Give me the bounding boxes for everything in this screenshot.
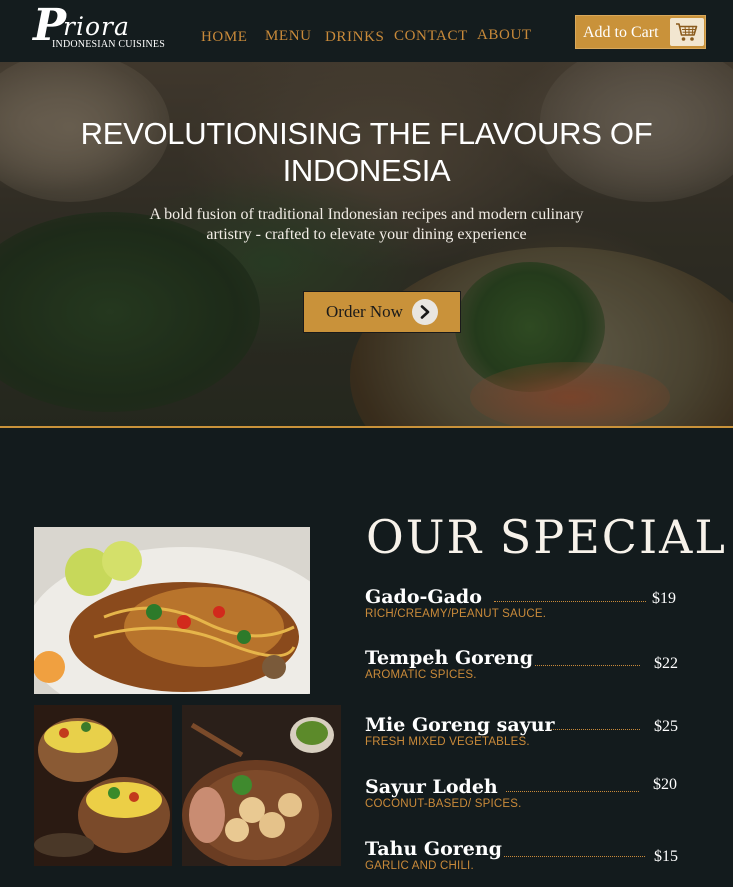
menu-item-price: $25	[654, 718, 678, 735]
nav-item-contact[interactable]: CONTACT	[394, 28, 468, 45]
noodle-dish-image	[34, 527, 310, 694]
tofu-platter-image	[182, 705, 341, 866]
menu-item-leader	[506, 790, 639, 792]
add-to-cart-button[interactable]: Add to Cart	[575, 15, 706, 49]
site-header: P riora INDONESIAN CUISINES HOME MENU DR…	[0, 0, 733, 62]
nav-item-menu[interactable]: MENU	[265, 28, 312, 45]
logo-word: riora	[63, 12, 130, 41]
hero-subtitle: A bold fusion of traditional Indonesian …	[149, 206, 584, 243]
nav-item-home[interactable]: HOME	[201, 29, 248, 46]
logo-subtitle: INDONESIAN CUISINES	[52, 39, 165, 50]
order-now-button[interactable]: Order Now	[303, 291, 461, 333]
menu-item[interactable]: Sayur Lodeh COCONUT-BASED/ SPICES. $20	[365, 776, 695, 826]
menu-item[interactable]: Tahu Goreng GARLIC AND CHILI. $15	[365, 838, 695, 887]
order-now-label: Order Now	[326, 302, 403, 321]
menu-item-description: GARLIC AND CHILI.	[365, 860, 474, 872]
menu-item-price: $22	[654, 655, 678, 672]
nav-item-about[interactable]: ABOUT	[477, 27, 532, 44]
menu-item-price: $20	[653, 776, 677, 793]
menu-item-leader	[494, 600, 646, 602]
menu-item-leader	[535, 664, 640, 666]
menu-item[interactable]: Mie Goreng sayur FRESH MIXED VEGETABLES.…	[365, 714, 695, 764]
add-to-cart-label: Add to Cart	[583, 24, 659, 41]
menu-item-name: Tahu Goreng	[365, 838, 502, 860]
menu-item-description: RICH/CREAMY/PEANUT SAUCE.	[365, 608, 547, 620]
brand-logo[interactable]: P riora INDONESIAN CUISINES	[33, 0, 173, 56]
specials-title: OUR SPECIAL	[366, 510, 727, 564]
menu-item-name: Gado-Gado	[365, 586, 482, 608]
menu-item-name: Tempeh Goreng	[365, 647, 534, 669]
nav-item-drinks[interactable]: DRINKS	[325, 29, 384, 46]
menu-item-description: COCONUT-BASED/ SPICES.	[365, 798, 522, 810]
menu-item-name: Sayur Lodeh	[365, 776, 498, 798]
menu-item-name: Mie Goreng sayur	[365, 714, 555, 736]
chevron-right-icon	[412, 299, 438, 325]
menu-item-leader	[551, 728, 640, 730]
menu-item-description: AROMATIC SPICES.	[365, 669, 477, 681]
shopping-cart-icon	[670, 18, 704, 46]
coconut-curry-image	[34, 705, 172, 866]
hero-title: REVOLUTIONISING THE FLAVOURS OF INDONESI…	[80, 116, 653, 188]
hero-divider	[0, 426, 733, 428]
hero-banner: REVOLUTIONISING THE FLAVOURS OF INDONESI…	[0, 62, 733, 428]
menu-item[interactable]: Gado-Gado RICH/CREAMY/PEANUT SAUCE. $19	[365, 586, 695, 636]
menu-item-price: $19	[652, 590, 676, 607]
menu-item-price: $15	[654, 848, 678, 865]
menu-item-description: FRESH MIXED VEGETABLES.	[365, 736, 530, 748]
menu-item[interactable]: Tempeh Goreng AROMATIC SPICES. $22	[365, 647, 695, 697]
menu-item-leader	[504, 855, 645, 857]
